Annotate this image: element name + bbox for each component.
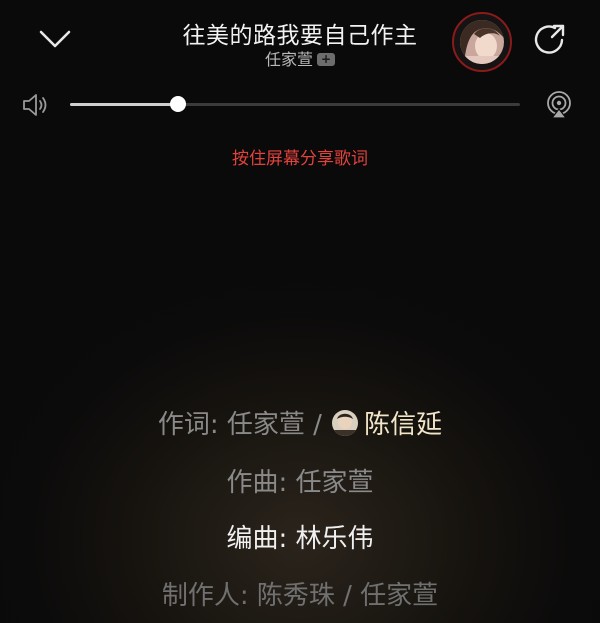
credit-composer: 作曲: 任家萱 [0, 462, 600, 499]
airplay-icon [547, 91, 571, 119]
credit-label: 编曲: [226, 524, 288, 554]
avatar[interactable] [332, 410, 359, 436]
credit-name: 林乐伟 [295, 524, 374, 554]
credit-name: 任家萱 [295, 468, 374, 498]
avatar-image [460, 20, 504, 64]
volume-slider-fill [70, 103, 178, 106]
credit-name: 任家萱 [360, 581, 439, 611]
credit-separator: / [313, 410, 322, 440]
volume-slider-thumb[interactable] [170, 96, 186, 112]
credit-name: 任家萱 [226, 410, 305, 440]
credit-label: 作词: [157, 410, 219, 440]
avatar[interactable] [460, 20, 504, 64]
credit-label: 作曲: [226, 468, 288, 498]
credit-producer: 制作人: 陈秀珠 / 任家萱 [0, 575, 600, 612]
credit-arranger: 编曲: 林乐伟 [0, 518, 600, 555]
credit-lyricist: 作词: 任家萱 / 陈信延 [0, 404, 600, 441]
volume-icon [20, 91, 52, 119]
share-arrow-icon [534, 24, 565, 54]
credit-name-linked[interactable]: 陈信延 [364, 410, 442, 440]
share-lyrics-hint[interactable]: 按住屏幕分享歌词 [0, 144, 600, 169]
follow-artist-badge[interactable]: + [317, 53, 335, 66]
airplay-button[interactable] [544, 90, 574, 120]
credit-name: 陈秀珠 [256, 581, 335, 611]
speaker-icon [23, 94, 47, 116]
credit-label: 制作人: [161, 581, 249, 611]
credit-separator: / [343, 581, 352, 611]
artist-name[interactable]: 任家萱 [265, 50, 313, 69]
share-button[interactable] [530, 22, 568, 58]
avatar-image [332, 410, 359, 436]
